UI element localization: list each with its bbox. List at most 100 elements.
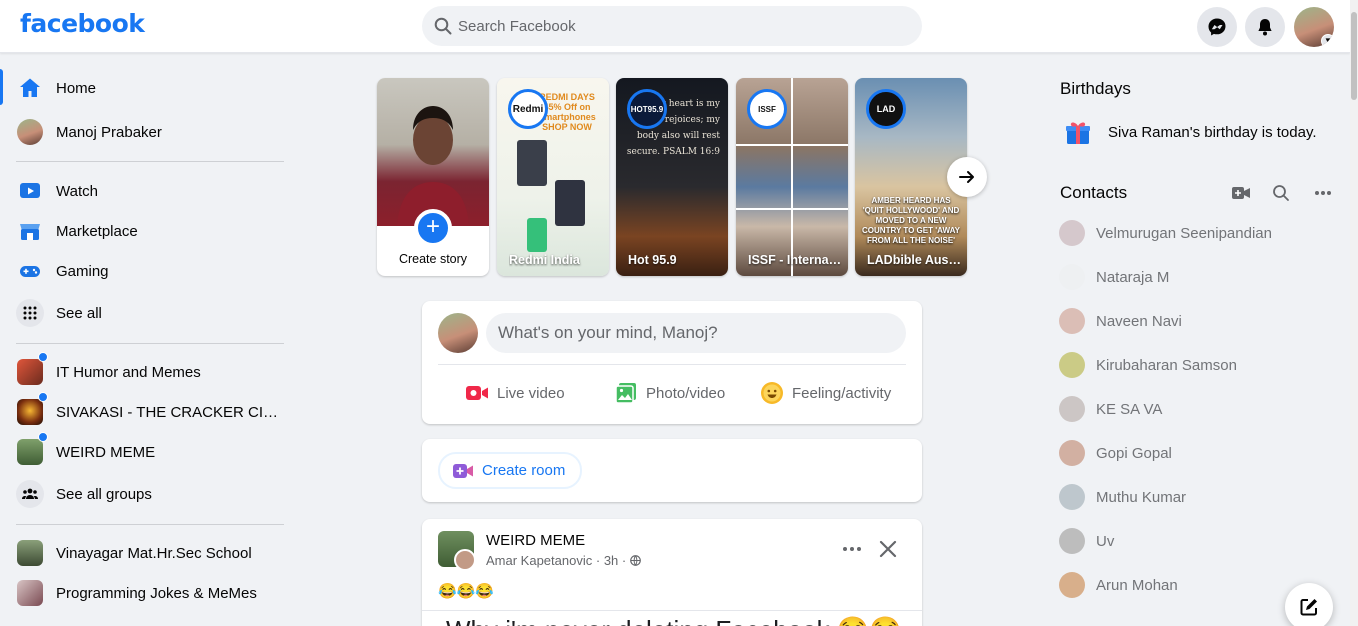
notifications-button[interactable]	[1245, 7, 1285, 47]
contact-item[interactable]: Velmurugan Seenipandian	[1059, 220, 1272, 246]
contact-name: Uv	[1096, 532, 1115, 550]
divider	[438, 364, 906, 365]
composer-input[interactable]: What's on your mind, Manoj?	[486, 313, 906, 353]
account-avatar[interactable]: ▼	[1294, 7, 1334, 47]
story-avatar: HOT95.9	[627, 89, 667, 129]
sidebar-item-label: Home	[56, 79, 97, 97]
add-story-icon[interactable]: +	[414, 209, 452, 247]
new-room-icon[interactable]	[1229, 181, 1253, 205]
action-label: Photo/video	[646, 384, 726, 402]
close-icon[interactable]	[876, 537, 900, 561]
action-label: Live video	[497, 384, 565, 402]
author-avatar[interactable]	[454, 549, 476, 571]
divider	[16, 161, 284, 162]
search-input[interactable]	[458, 6, 908, 46]
birthday-text: 's birthday is today.	[1189, 123, 1317, 141]
sidebar-item-home[interactable]: Home	[8, 68, 292, 108]
story-card[interactable]: my heart is my tongue rejoices; my body …	[616, 78, 728, 276]
create-story-label: Create story	[398, 252, 468, 266]
unread-dot	[38, 392, 48, 402]
group-thumbnail	[16, 352, 48, 386]
live-video-button[interactable]: Live video	[465, 379, 565, 407]
sidebar-item-gaming[interactable]: Gaming	[8, 251, 292, 291]
group-thumbnail	[16, 392, 48, 426]
divider	[16, 524, 284, 525]
messenger-icon	[1208, 18, 1226, 36]
stories-next-button[interactable]	[947, 157, 987, 197]
globe-icon	[629, 555, 641, 566]
contacts-heading: Contacts	[1060, 183, 1128, 202]
search-box[interactable]	[422, 6, 922, 46]
contact-item[interactable]: Nataraja M	[1059, 264, 1169, 290]
groups-icon	[16, 480, 44, 508]
post-group-name[interactable]: WEIRD MEME	[486, 532, 585, 549]
contact-item[interactable]: Uv	[1059, 528, 1114, 554]
page-scrollbar[interactable]	[1350, 0, 1358, 626]
contact-avatar	[1059, 484, 1085, 510]
top-navigation-bar: facebook ▼	[0, 0, 1350, 53]
story-avatar: ISSF	[747, 89, 787, 129]
contact-item[interactable]: Arun Mohan	[1059, 572, 1178, 598]
contact-avatar	[1059, 264, 1085, 290]
active-indicator	[0, 69, 3, 105]
contact-item[interactable]: Gopi Gopal	[1059, 440, 1172, 466]
create-story-card[interactable]: + Create story	[377, 78, 489, 276]
divider	[16, 343, 284, 344]
sidebar-item-label: SIVAKASI - THE CRACKER CITY(...	[56, 403, 286, 421]
watch-icon	[16, 177, 44, 205]
sidebar-shortcut-programming-jokes[interactable]: Programming Jokes & MeMes	[8, 573, 292, 613]
sidebar-group-weird-meme[interactable]: WEIRD MEME	[8, 432, 292, 472]
chevron-down-icon: ▼	[1321, 34, 1334, 47]
unread-dot	[38, 352, 48, 362]
feeling-activity-button[interactable]: Feeling/activity	[760, 379, 891, 407]
sidebar-item-profile[interactable]: Manoj Prabaker	[8, 112, 292, 152]
contact-name: Kirubaharan Samson	[1096, 356, 1237, 374]
photo-video-button[interactable]: Photo/video	[614, 379, 725, 407]
story-avatar: Redmi	[508, 89, 548, 129]
feeling-icon	[760, 381, 784, 405]
contact-name: Arun Mohan	[1096, 576, 1178, 594]
home-icon	[16, 74, 44, 102]
birthday-name[interactable]: Siva Raman	[1108, 124, 1190, 141]
contact-name: Muthu Kumar	[1096, 488, 1187, 506]
sidebar-shortcut-vinayagar[interactable]: Vinayagar Mat.Hr.Sec School	[8, 533, 292, 573]
story-name: ISSF - International...	[748, 253, 842, 267]
messenger-button[interactable]	[1197, 7, 1237, 47]
search-contacts-icon[interactable]	[1269, 181, 1293, 205]
create-room-label: Create room	[482, 462, 566, 479]
birthday-item[interactable]: Siva Raman's birthday is today.	[1064, 118, 1317, 146]
post-author[interactable]: Amar Kapetanovic	[486, 553, 592, 568]
contact-item[interactable]: KE SA VA	[1059, 396, 1162, 422]
story-card[interactable]: REDMI DAYS 45% Off on Smartphones SHOP N…	[497, 78, 609, 276]
left-sidebar: Home Manoj Prabaker Watch Marketplace Ga…	[0, 53, 300, 626]
more-options-icon[interactable]	[840, 537, 864, 561]
contact-avatar	[1059, 440, 1085, 466]
avatar	[16, 118, 44, 146]
sidebar-item-see-all-groups[interactable]: See all groups	[8, 474, 292, 514]
contacts-options-icon[interactable]	[1311, 181, 1335, 205]
contact-item[interactable]: Kirubaharan Samson	[1059, 352, 1237, 378]
sidebar-item-label: Gaming	[56, 262, 109, 280]
create-room-button[interactable]: Create room	[438, 452, 582, 489]
sidebar-group-it-humor[interactable]: IT Humor and Memes	[8, 352, 292, 392]
post-time[interactable]: 3h	[604, 553, 618, 568]
contact-item[interactable]: Muthu Kumar	[1059, 484, 1186, 510]
story-avatar: LAD	[866, 89, 906, 129]
story-name: Redmi India	[509, 253, 580, 267]
sidebar-item-label: See all	[56, 304, 102, 322]
contact-name: KE SA VA	[1096, 400, 1163, 418]
separator: ·	[621, 553, 630, 568]
sidebar-item-label: Watch	[56, 182, 98, 200]
profile-photo	[377, 78, 489, 226]
scrollbar-thumb[interactable]	[1351, 12, 1357, 100]
contact-name: Naveen Navi	[1096, 312, 1182, 330]
new-message-button[interactable]	[1285, 583, 1333, 626]
compose-icon	[1300, 599, 1317, 616]
contact-item[interactable]: Naveen Navi	[1059, 308, 1182, 334]
facebook-logo[interactable]: facebook	[20, 9, 145, 38]
sidebar-item-see-all[interactable]: See all	[8, 293, 292, 333]
sidebar-group-sivakasi[interactable]: SIVAKASI - THE CRACKER CITY(...	[8, 392, 292, 432]
sidebar-item-watch[interactable]: Watch	[8, 171, 292, 211]
sidebar-item-marketplace[interactable]: Marketplace	[8, 211, 292, 251]
story-card[interactable]: ISSF ISSF - International...	[736, 78, 848, 276]
